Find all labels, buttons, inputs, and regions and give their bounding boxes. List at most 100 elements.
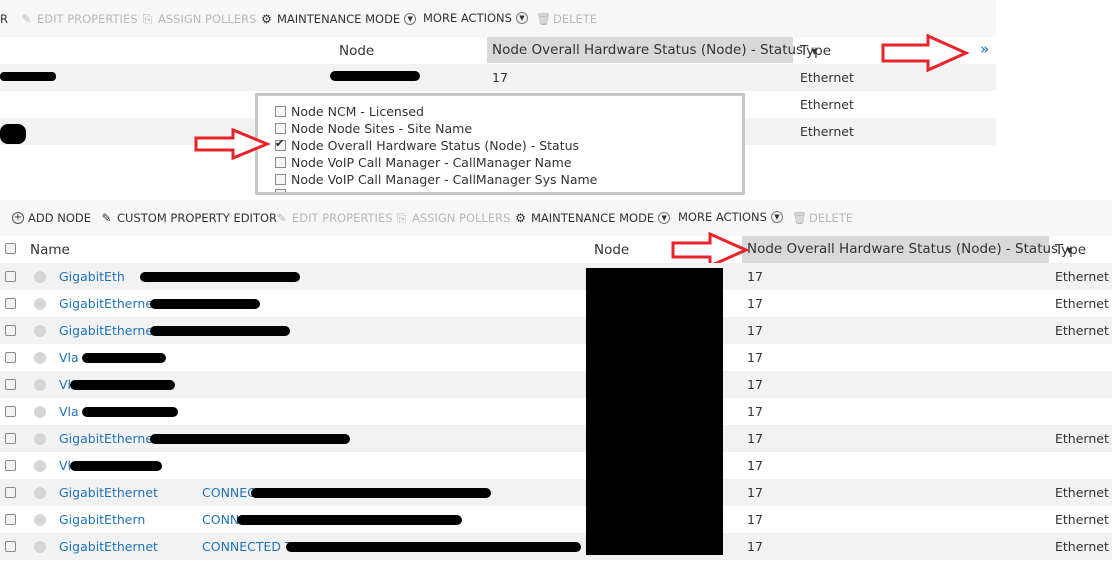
hw-status-cell: 17 xyxy=(747,350,763,365)
column-option-checkbox[interactable] xyxy=(275,106,286,117)
table-row[interactable]: GigabitEthernet 17 Ethernet xyxy=(0,425,1112,452)
top-row-1-type: Ethernet xyxy=(800,70,854,85)
top-row-1-status: 17 xyxy=(492,70,508,85)
interface-name-link[interactable]: GigabitEthernet xyxy=(59,485,158,500)
table-row[interactable]: Vla 17 xyxy=(0,398,1112,425)
row-checkbox[interactable] xyxy=(5,433,16,444)
table-row[interactable]: GigabitEthern CONNE 17 Ethernet xyxy=(0,506,1112,533)
top-edit-properties-button[interactable]: ✎ EDIT PROPERTIES xyxy=(20,11,137,26)
hw-status-cell: 17 xyxy=(747,404,763,419)
col-name[interactable]: Name xyxy=(30,242,70,258)
chevron-down-icon: ▼ xyxy=(404,13,417,25)
table-row[interactable]: Vl 17 xyxy=(0,452,1112,479)
redacted-block xyxy=(150,434,350,444)
delete-button[interactable]: 🗑 DELETE xyxy=(792,211,853,225)
top-delete-button[interactable]: 🗑 DELETE xyxy=(536,12,597,26)
interface-name-link[interactable]: GigabitEthernet xyxy=(59,323,158,338)
interface-name-link[interactable]: GigabitEthernet xyxy=(59,539,158,554)
hw-status-cell: 17 xyxy=(747,296,763,311)
table-row[interactable]: GigabitEthernet 17 Ethernet xyxy=(0,317,1112,344)
custom-property-editor-button[interactable]: ✎ CUSTOM PROPERTY EDITOR xyxy=(100,211,277,225)
annotation-arrow-right xyxy=(194,127,271,161)
chevron-down-icon: ▼ xyxy=(770,211,783,223)
redacted-block xyxy=(150,326,290,336)
top-col-node[interactable]: Node xyxy=(339,43,374,59)
redacted-block xyxy=(586,268,723,555)
table-row[interactable]: GigabitEth 17 Ethernet xyxy=(0,263,1112,290)
column-option-checkbox xyxy=(275,189,286,192)
chevron-down-icon: ▼ xyxy=(658,212,671,224)
row-checkbox[interactable] xyxy=(5,379,16,390)
type-cell: Ethernet xyxy=(1055,269,1109,284)
type-cell: Ethernet xyxy=(1055,296,1109,311)
redacted-block xyxy=(140,272,300,282)
top-col-hw-status[interactable]: Node Overall Hardware Status (Node) - St… xyxy=(487,37,818,63)
trash-icon: 🗑 xyxy=(536,11,552,26)
interface-name-link[interactable]: GigabitEthernet xyxy=(59,431,158,446)
column-option-callmanager-sys-name[interactable]: Node VoIP Call Manager - CallManager Sys… xyxy=(275,172,597,187)
column-option-checkbox[interactable] xyxy=(275,157,286,168)
row-checkbox[interactable] xyxy=(5,352,16,363)
column-option-hw-status[interactable]: Node Overall Hardware Status (Node) - St… xyxy=(275,137,579,153)
hw-status-cell: 17 xyxy=(747,323,763,338)
column-option-checkbox[interactable] xyxy=(275,137,286,151)
hw-status-cell: 17 xyxy=(747,269,763,284)
top-assign-pollers-button[interactable]: ⎘ ASSIGN POLLERS xyxy=(141,12,257,26)
column-option-ncm-licensed[interactable]: Node NCM - Licensed xyxy=(275,104,424,119)
column-option-checkbox[interactable] xyxy=(275,174,286,185)
interface-name-link[interactable]: GigabitEthern xyxy=(59,512,145,527)
more-actions-button[interactable]: MORE ACTIONS ▼ xyxy=(678,210,783,224)
col-type[interactable]: Type xyxy=(1055,242,1086,258)
table-row[interactable]: Vla 17 xyxy=(0,344,1112,371)
top-maintenance-mode-button[interactable]: ⚙ MAINTENANCE MODE ▼ xyxy=(260,12,417,26)
column-option-site-name[interactable]: Node Node Sites - Site Name xyxy=(275,121,472,136)
edit-properties-button[interactable]: ✎ EDIT PROPERTIES xyxy=(275,211,392,225)
column-picker-popup: Node NCM - Licensed Node Node Sites - Si… xyxy=(255,93,745,195)
trash-icon: 🗑 xyxy=(792,210,808,225)
row-checkbox[interactable] xyxy=(5,406,16,417)
row-checkbox[interactable] xyxy=(5,298,16,309)
col-node[interactable]: Node xyxy=(594,242,629,258)
top-row-2-type: Ethernet xyxy=(800,97,854,112)
expand-columns-icon[interactable]: » xyxy=(980,40,989,58)
column-option-callmanager-name[interactable]: Node VoIP Call Manager - CallManager Nam… xyxy=(275,155,572,170)
wrench-icon: ⚙ xyxy=(515,210,526,225)
row-checkbox[interactable] xyxy=(5,514,16,525)
row-checkbox[interactable] xyxy=(5,325,16,336)
maintenance-mode-button[interactable]: ⚙ MAINTENANCE MODE ▼ xyxy=(514,210,671,225)
interface-name-link[interactable]: Vla xyxy=(59,404,79,419)
redacted-block xyxy=(150,299,260,309)
status-dot-icon xyxy=(34,271,46,283)
row-checkbox[interactable] xyxy=(5,460,16,471)
interface-name-link[interactable]: GigabitEth xyxy=(59,269,125,284)
col-hw-status[interactable]: Node Overall Hardware Status (Node) - St… xyxy=(742,236,1073,263)
redacted-block xyxy=(70,461,162,471)
interface-name-link[interactable]: Vla xyxy=(59,350,79,365)
table-row[interactable]: Vl 17 xyxy=(0,371,1112,398)
top-more-actions-button[interactable]: MORE ACTIONS ▼ xyxy=(423,11,528,25)
table-row[interactable]: GigabitEthernet CONNECTED TO 17 Ethernet xyxy=(0,533,1112,560)
top-row-3-type: Ethernet xyxy=(800,124,854,139)
assign-pollers-button[interactable]: ⎘ ASSIGN POLLERS xyxy=(395,210,511,225)
hw-status-cell: 17 xyxy=(747,458,763,473)
row-checkbox[interactable] xyxy=(5,541,16,552)
add-node-button[interactable]: + ADD NODE xyxy=(12,211,91,225)
table-row[interactable]: GigabitEthernet 17 Ethernet xyxy=(0,290,1112,317)
chevron-down-icon: ▼ xyxy=(515,12,528,24)
column-option-checkbox[interactable] xyxy=(275,123,286,134)
pencil-icon: ✎ xyxy=(21,11,32,26)
poller-icon: ⎘ xyxy=(396,210,407,225)
select-all-checkbox[interactable] xyxy=(5,243,16,254)
row-checkbox[interactable] xyxy=(5,487,16,498)
table-row[interactable]: GigabitEthernet CONNECT 17 Ethernet xyxy=(0,479,1112,506)
redacted-block xyxy=(82,407,178,417)
interface-name-link[interactable]: GigabitEthernet xyxy=(59,296,158,311)
row-checkbox[interactable] xyxy=(5,271,16,282)
status-dot-icon xyxy=(34,433,46,445)
node-table-body: GigabitEth 17 Ethernet GigabitEthernet 17 Eth… xyxy=(0,263,1112,560)
status-dot-icon xyxy=(34,379,46,391)
redacted-block xyxy=(70,380,175,390)
status-dot-icon xyxy=(34,406,46,418)
status-dot-icon xyxy=(34,298,46,310)
top-col-type[interactable]: Type xyxy=(800,43,831,59)
